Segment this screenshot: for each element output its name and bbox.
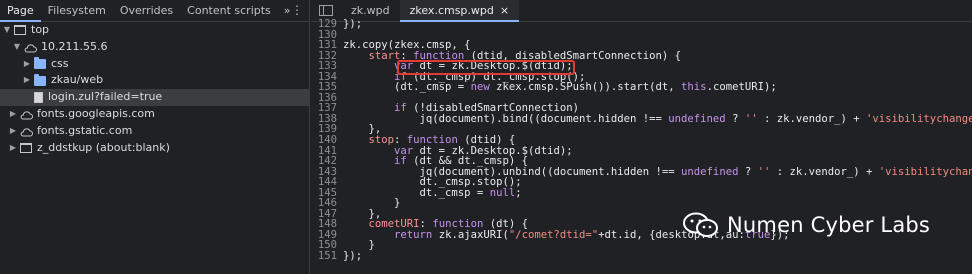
chevron-right-icon[interactable]: ▶ <box>22 56 32 73</box>
chevron-down-icon[interactable]: ▼ <box>12 39 22 56</box>
tab-page[interactable]: Page <box>0 0 41 22</box>
tree-item-label: zkau/web <box>51 73 104 87</box>
sources-navigator: Page Filesystem Overrides Content script… <box>0 0 310 274</box>
kebab-menu-icon[interactable]: ⋮ <box>291 3 303 17</box>
chevron-right-icon[interactable]: ▶ <box>8 123 18 140</box>
line-number[interactable]: 129 <box>311 19 341 30</box>
tree-item-fonts-googleapis[interactable]: ▶ fonts.googleapis.com <box>0 106 309 123</box>
frame-icon <box>20 142 32 153</box>
tree-item-label: top <box>31 23 50 36</box>
watermark: Numen Cyber Labs <box>683 212 930 238</box>
file-icon <box>34 92 43 104</box>
code-text: }); <box>343 18 363 30</box>
tree-item-top[interactable]: ▼ top <box>0 22 309 39</box>
code-text: jq(document).bind((document.hidden !== u… <box>343 112 972 125</box>
tree-item-fonts-gstatic[interactable]: ▶ fonts.gstatic.com <box>0 123 309 140</box>
code-line[interactable]: 146 } <box>311 198 972 209</box>
chevron-down-icon[interactable]: ▼ <box>2 22 12 39</box>
close-icon[interactable]: × <box>500 4 509 17</box>
folder-icon <box>34 73 46 86</box>
code-text: }); <box>343 250 363 263</box>
tree-item-label: css <box>51 56 69 70</box>
code-line[interactable]: 150 } <box>311 240 972 251</box>
code-line[interactable]: 138 jq(document).bind((document.hidden !… <box>311 114 972 125</box>
watermark-text: Numen Cyber Labs <box>727 213 931 237</box>
code-line[interactable]: 151}); <box>311 251 972 262</box>
tree-item-host[interactable]: ▼ 10.211.55.6 <box>0 39 309 56</box>
tree-item-label: fonts.googleapis.com <box>37 106 155 120</box>
tree-item-login-zul[interactable]: login.zul?failed=true <box>0 89 309 106</box>
toggle-sidebar-icon[interactable] <box>319 5 333 16</box>
tree-item-zkau-web[interactable]: ▶ zkau/web <box>0 72 309 89</box>
code-line[interactable]: 129}); <box>311 19 972 30</box>
tab-filesystem[interactable]: Filesystem <box>41 0 113 22</box>
cloud-icon <box>20 126 33 137</box>
tab-content-scripts[interactable]: Content scripts <box>180 0 278 22</box>
tree-item-frame-ddstkup[interactable]: ▶ z_ddstkup (about:blank) <box>0 140 309 157</box>
file-tree: ▼ top ▼ 10.211.55.6 ▶ css ▶ zkau/web log… <box>0 22 309 156</box>
cloud-icon <box>20 109 33 120</box>
navigator-tabs: Page Filesystem Overrides Content script… <box>0 0 309 22</box>
chevron-right-icon[interactable]: ▶ <box>22 72 32 89</box>
editor-tab-label: zkex.cmsp.wpd <box>409 3 494 17</box>
code-text: (dt._cmsp = new zkex.cmsp.SPush()).start… <box>343 81 777 94</box>
tree-item-label: z_ddstkup (about:blank) <box>37 140 170 154</box>
code-line[interactable]: 135 (dt._cmsp = new zkex.cmsp.SPush()).s… <box>311 82 972 93</box>
chevron-right-icon[interactable]: ▶ <box>8 140 18 157</box>
tree-item-label: login.zul?failed=true <box>48 90 163 104</box>
code-line[interactable]: 145 dt._cmsp = null; <box>311 187 972 199</box>
tree-item-label: fonts.gstatic.com <box>37 123 133 137</box>
tab-overrides[interactable]: Overrides <box>113 0 180 22</box>
folder-icon <box>34 56 46 69</box>
chevron-right-icon[interactable]: ▶ <box>8 106 18 123</box>
code-text: stop: function (dtid) { <box>368 134 516 147</box>
frame-icon <box>14 25 26 36</box>
line-number[interactable]: 151 <box>311 251 341 262</box>
editor-tab-label: zk.wpd <box>351 3 390 17</box>
tree-item-label: 10.211.55.6 <box>41 39 108 53</box>
tree-item-css[interactable]: ▶ css <box>0 56 309 73</box>
line-number[interactable]: 140 <box>311 135 341 146</box>
cloud-icon <box>24 42 37 53</box>
red-highlight-box <box>397 60 575 75</box>
wechat-icon <box>683 212 719 238</box>
source-editor: zk.wpd zkex.cmsp.wpd × 129}); 130 131 zk.cop… <box>311 0 972 274</box>
